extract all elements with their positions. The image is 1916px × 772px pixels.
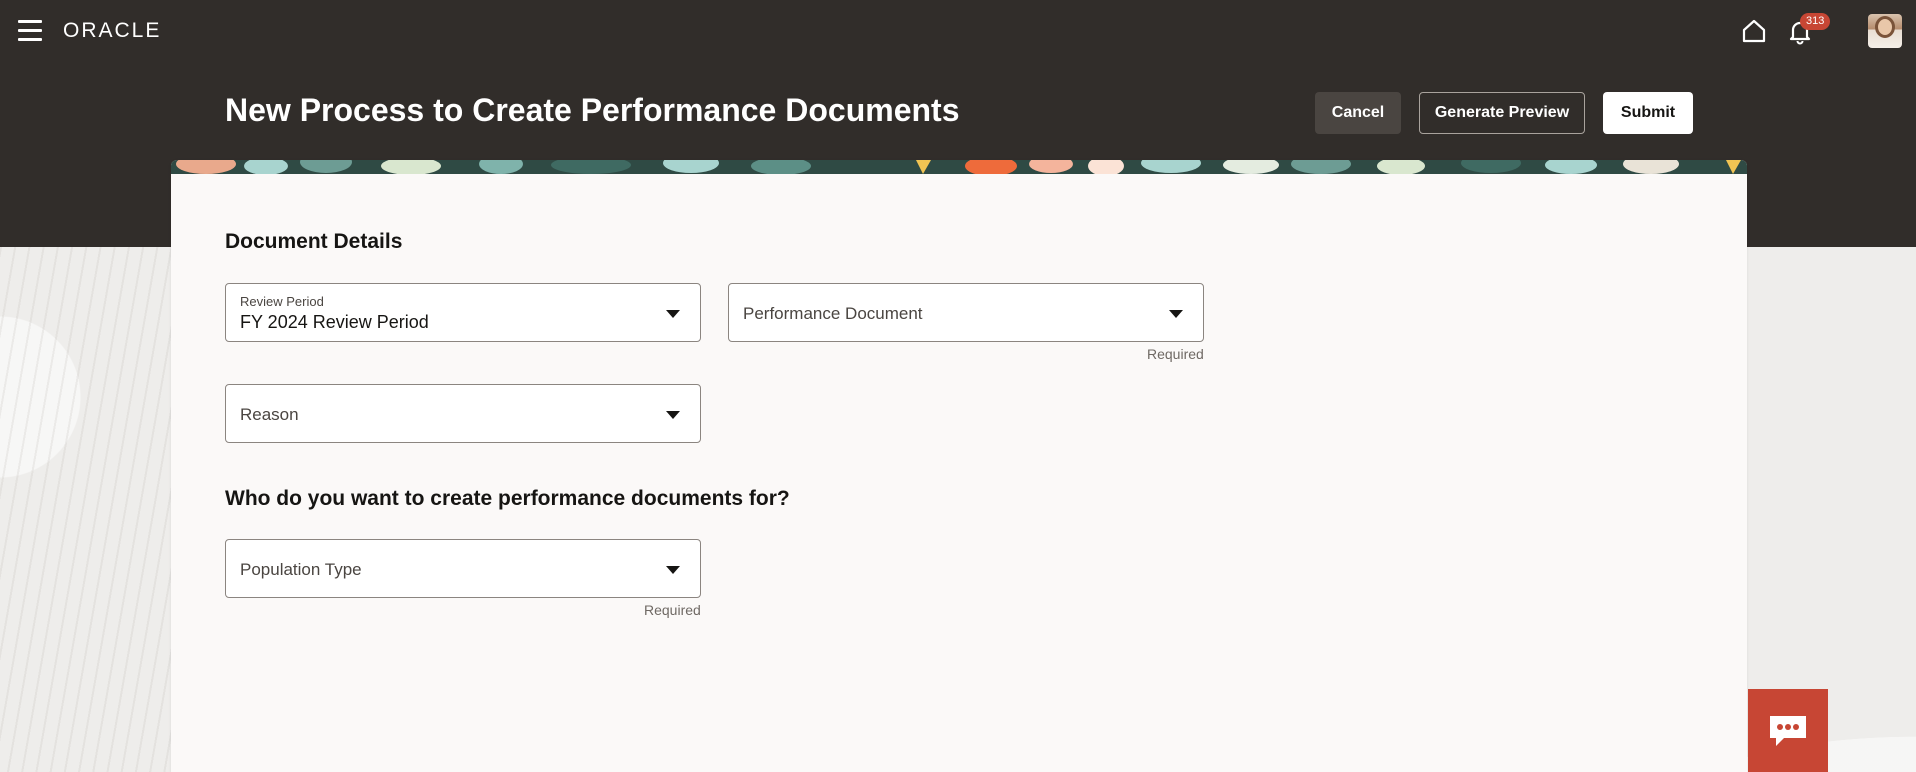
chat-button[interactable] — [1748, 689, 1828, 772]
chevron-down-icon — [666, 310, 680, 318]
review-period-select[interactable]: Review Period FY 2024 Review Period — [225, 283, 701, 342]
generate-preview-button[interactable]: Generate Preview — [1419, 92, 1585, 134]
performance-document-select[interactable]: Performance Document — [728, 283, 1204, 342]
population-type-select[interactable]: Population Type — [225, 539, 701, 598]
population-type-required: Required — [644, 602, 701, 618]
chevron-down-icon — [666, 566, 680, 574]
hamburger-menu-icon[interactable] — [18, 20, 44, 42]
performance-document-required: Required — [1147, 346, 1204, 362]
chevron-down-icon — [1169, 310, 1183, 318]
reason-placeholder: Reason — [240, 405, 299, 424]
review-period-value: FY 2024 Review Period — [240, 312, 429, 332]
review-period-label: Review Period — [240, 294, 324, 309]
cancel-button[interactable]: Cancel — [1315, 92, 1401, 134]
global-header: ORACLE 313 — [0, 0, 1916, 62]
population-type-placeholder: Population Type — [240, 560, 362, 579]
home-icon[interactable] — [1740, 17, 1768, 45]
submit-button[interactable]: Submit — [1603, 92, 1693, 134]
reason-select[interactable]: Reason — [225, 384, 701, 443]
notification-count-badge: 313 — [1800, 13, 1831, 30]
oracle-logo[interactable]: ORACLE — [63, 19, 161, 43]
population-heading: Who do you want to create performance do… — [225, 487, 790, 510]
page-title: New Process to Create Performance Docume… — [225, 92, 960, 128]
user-avatar[interactable] — [1868, 14, 1902, 48]
chevron-down-icon — [666, 411, 680, 419]
document-details-heading: Document Details — [225, 230, 403, 253]
chat-bubble-icon — [1770, 715, 1806, 746]
performance-document-placeholder: Performance Document — [743, 304, 923, 323]
decorative-banner — [171, 160, 1747, 174]
form-card: Document Details Review Period FY 2024 R… — [171, 160, 1747, 772]
